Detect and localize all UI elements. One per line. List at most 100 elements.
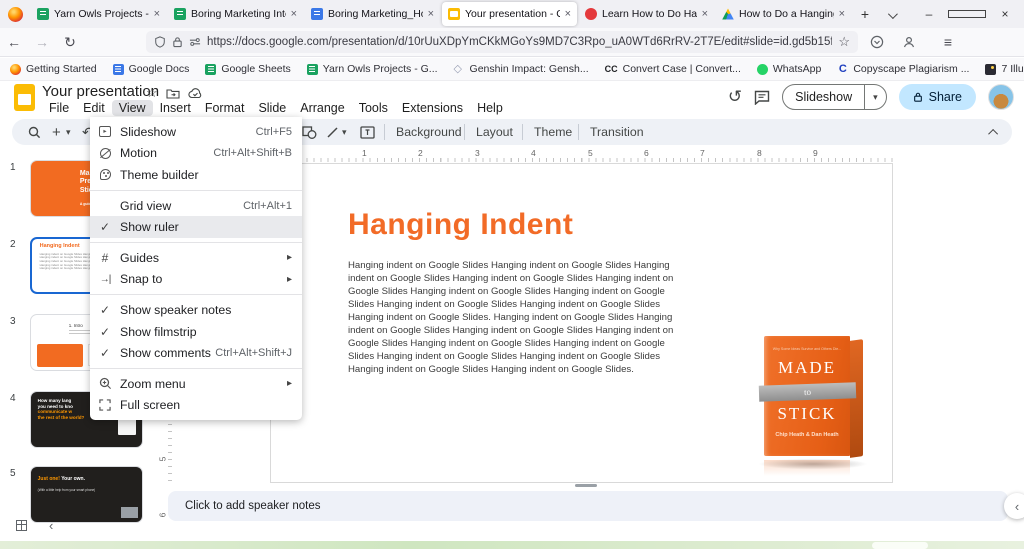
tab-yarn-owls[interactable]: Yarn Owls Projects - Google × [31, 2, 166, 26]
slide-number: 2 [10, 239, 16, 250]
tracking-protection-icon[interactable] [189, 37, 201, 47]
menu-item-zoom-menu[interactable]: Zoom menu ▸ [90, 373, 302, 395]
notes-resize-handle[interactable] [575, 484, 597, 487]
slideshow-button[interactable]: Slideshow ▾ [782, 84, 887, 110]
tab-list-button[interactable] [878, 6, 904, 22]
forward-button[interactable]: → [28, 34, 56, 50]
cloud-saved-icon[interactable] [188, 88, 203, 99]
bookmark-copyscape[interactable]: CCopyscape Plagiarism ... [837, 63, 969, 75]
caret-down-icon: ▾ [873, 92, 878, 103]
speaker-notes-input[interactable]: Click to add speaker notes [168, 491, 1008, 521]
menu-extensions[interactable]: Extensions [395, 100, 470, 116]
menu-item-slideshow[interactable]: ▸ Slideshow Ctrl+F5 [90, 121, 302, 143]
move-folder-icon[interactable] [166, 88, 180, 99]
line-tool-dropdown[interactable]: ▾ [342, 119, 347, 145]
reload-button[interactable]: ↻ [56, 34, 84, 51]
menu-slide[interactable]: Slide [251, 100, 293, 116]
collapse-toolbar-button[interactable] [991, 119, 998, 145]
avatar[interactable] [988, 84, 1014, 110]
menu-format[interactable]: Format [198, 100, 252, 116]
shield-icon[interactable] [154, 36, 166, 48]
close-icon[interactable]: × [839, 8, 845, 20]
tab-learn-hanging-indent[interactable]: Learn How to Do Hanging I × [579, 2, 714, 26]
menu-item-snap-to[interactable]: →| Snap to ▸ [90, 269, 302, 291]
book-image[interactable]: Why Some Ideas Survive and Others Die...… [756, 334, 876, 482]
menu-item-grid-view[interactable]: Grid view Ctrl+Alt+1 [90, 195, 302, 217]
bookmark-google-docs[interactable]: Google Docs [113, 63, 190, 75]
close-icon[interactable]: × [154, 8, 160, 20]
restore-button[interactable] [948, 0, 986, 28]
grid-view-icon[interactable] [16, 520, 27, 531]
menu-item-show-ruler[interactable]: ✓ Show ruler [90, 216, 302, 238]
collapse-filmstrip-icon[interactable]: ‹ [49, 518, 53, 533]
theme-button[interactable]: Theme [534, 119, 572, 145]
close-icon[interactable]: × [428, 8, 434, 20]
slides-app-icon[interactable] [14, 84, 35, 111]
notes-collapse-button[interactable]: ‹ [1004, 493, 1024, 519]
bookmark-illustrated-novels[interactable]: 7 Illustrated Novels fo... [985, 63, 1024, 75]
bookmark-star-icon[interactable]: ☆ [838, 34, 850, 50]
shape-tool-button[interactable] [302, 119, 317, 145]
close-window-button[interactable]: × [986, 0, 1024, 28]
sheets-icon [37, 8, 49, 20]
url-text[interactable]: https://docs.google.com/presentation/d/1… [207, 36, 832, 48]
text-box-button[interactable] [360, 119, 375, 145]
hamburger-menu-icon[interactable]: ≡ [934, 34, 962, 50]
share-button[interactable]: Share [899, 84, 976, 110]
menu-item-show-comments[interactable]: ✓ Show comments Ctrl+Alt+Shift+J [90, 342, 302, 364]
url-bar[interactable]: https://docs.google.com/presentation/d/1… [146, 31, 858, 53]
search-menus-button[interactable] [28, 119, 41, 145]
add-slide-button[interactable]: + [52, 119, 61, 145]
line-tool-button[interactable] [326, 119, 339, 145]
book-word-made: MADE [764, 358, 850, 378]
back-button[interactable]: ← [0, 34, 28, 50]
bookmark-convert-case[interactable]: CCConvert Case | Convert... [605, 63, 741, 75]
account-icon[interactable] [902, 34, 930, 50]
close-icon[interactable]: × [702, 8, 708, 20]
tab-your-presentation[interactable]: Your presentation - Google × [442, 2, 577, 26]
bookmark-yarn-owls[interactable]: Yarn Owls Projects - G... [307, 63, 438, 75]
bookmark-whatsapp[interactable]: WhatsApp [757, 63, 821, 75]
bookmark-genshin[interactable]: Genshin Impact: Gensh... [454, 63, 589, 75]
menu-arrange[interactable]: Arrange [293, 100, 351, 116]
tab-how-to-hanging-indent[interactable]: How to Do a Hanging Inde × [716, 2, 851, 26]
star-icon[interactable]: ☆ [146, 85, 158, 101]
close-icon[interactable]: × [565, 8, 571, 20]
slide-body-text[interactable]: Hanging indent on Google Slides Hanging … [348, 259, 673, 376]
minimize-button[interactable]: – [910, 0, 948, 28]
zoom-menu-icon [90, 377, 120, 390]
slide-title[interactable]: Hanging Indent [348, 208, 573, 242]
background-button[interactable]: Background [396, 119, 462, 145]
slideshow-dropdown[interactable]: ▾ [864, 85, 886, 109]
tab-boring-marketing-howto[interactable]: Boring Marketing_How To D × [305, 2, 440, 26]
lock-icon[interactable] [172, 36, 183, 48]
close-icon[interactable]: × [291, 8, 297, 20]
slide-page[interactable]: Hanging Indent Hanging indent on Google … [270, 163, 893, 483]
menu-tools[interactable]: Tools [352, 100, 395, 116]
menu-help[interactable]: Help [470, 100, 510, 116]
menu-insert[interactable]: Insert [153, 100, 198, 116]
submenu-arrow-icon: ▸ [287, 378, 292, 389]
version-history-icon[interactable]: ↺ [728, 87, 742, 107]
menu-edit[interactable]: Edit [76, 100, 112, 116]
menu-item-theme-builder[interactable]: Theme builder [90, 164, 302, 186]
firefox-button[interactable] [0, 7, 30, 22]
add-slide-dropdown[interactable]: ▾ [66, 119, 71, 145]
tab-boring-marketing-internal[interactable]: Boring Marketing Internal - × [168, 2, 303, 26]
new-tab-button[interactable]: + [852, 6, 878, 22]
menu-item-motion[interactable]: Motion Ctrl+Alt+Shift+B [90, 143, 302, 165]
menu-item-show-speaker-notes[interactable]: ✓ Show speaker notes [90, 299, 302, 321]
menu-item-full-screen[interactable]: Full screen [90, 395, 302, 417]
slides-header: Your presentation ☆ File Edit View Inser… [0, 82, 1024, 117]
layout-button[interactable]: Layout [476, 119, 513, 145]
document-title[interactable]: Your presentation [42, 83, 159, 100]
bookmark-google-sheets[interactable]: Google Sheets [205, 63, 290, 75]
menu-view[interactable]: View [112, 100, 153, 116]
menu-file[interactable]: File [42, 100, 76, 116]
pocket-icon[interactable] [870, 34, 898, 50]
menu-item-show-filmstrip[interactable]: ✓ Show filmstrip [90, 321, 302, 343]
transition-button[interactable]: Transition [590, 119, 644, 145]
comments-icon[interactable] [754, 90, 770, 105]
menu-item-guides[interactable]: # Guides ▸ [90, 247, 302, 269]
bookmark-getting-started[interactable]: Getting Started [10, 63, 97, 75]
